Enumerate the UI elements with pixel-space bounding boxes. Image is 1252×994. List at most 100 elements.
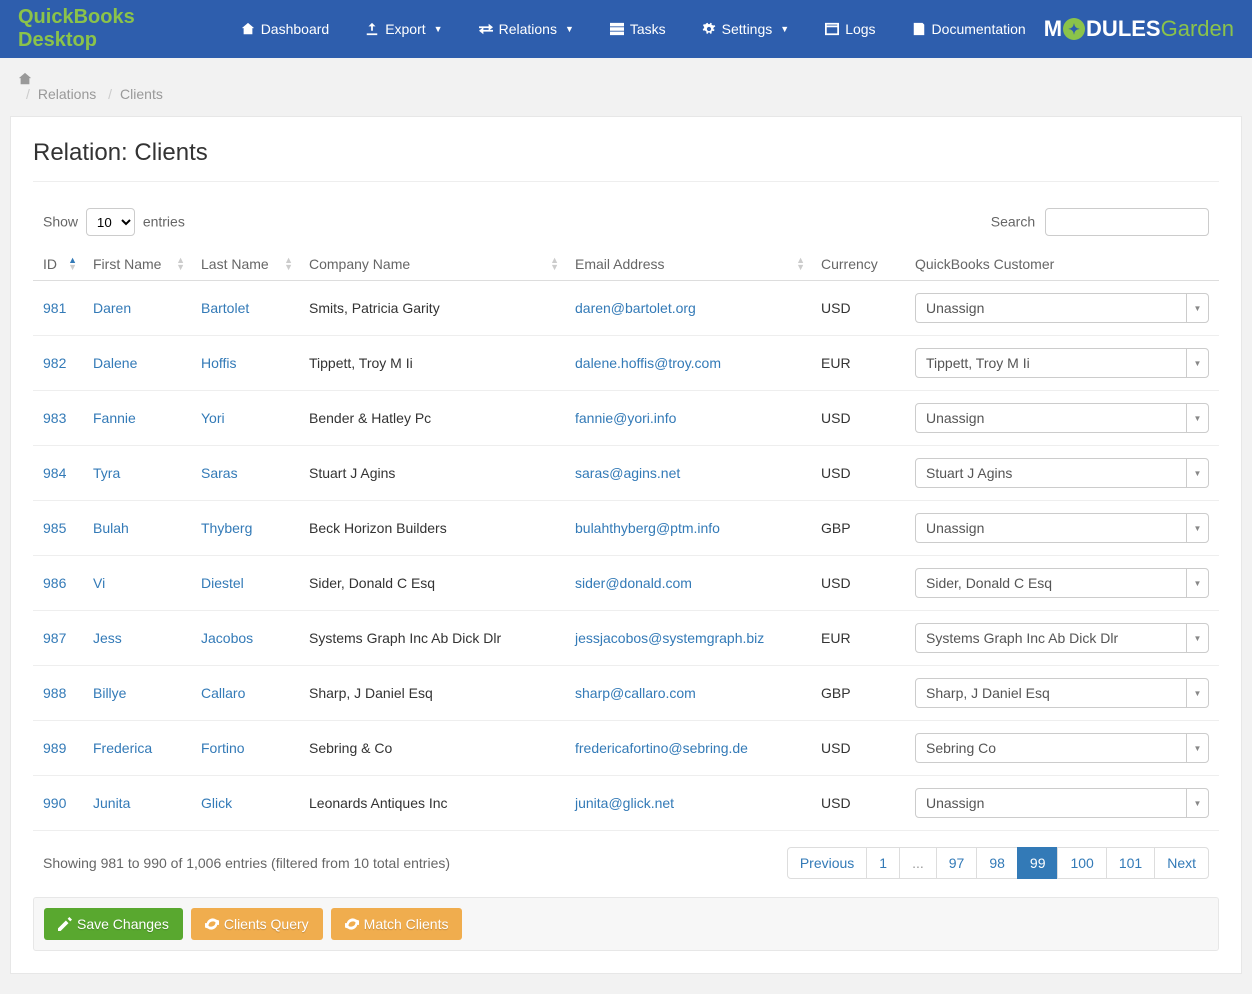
qb-customer-select[interactable]: Unassign▼	[915, 788, 1209, 818]
id-link[interactable]: 986	[43, 575, 66, 591]
match-clients-button[interactable]: Match Clients	[331, 908, 463, 940]
company-cell: Smits, Patricia Garity	[299, 281, 565, 336]
qb-customer-select[interactable]: Stuart J Agins▼	[915, 458, 1209, 488]
page-ellipsis[interactable]: ...	[899, 847, 937, 879]
nav-tasks[interactable]: Tasks	[592, 0, 684, 58]
page-100[interactable]: 100	[1057, 847, 1106, 879]
clients-query-button[interactable]: Clients Query	[191, 908, 323, 940]
id-link[interactable]: 987	[43, 630, 66, 646]
nav-dashboard[interactable]: Dashboard	[223, 0, 348, 58]
email-link[interactable]: saras@agins.net	[575, 465, 680, 481]
nav-documentation[interactable]: Documentation	[894, 0, 1044, 58]
first-name-link[interactable]: Fannie	[93, 410, 136, 426]
email-link[interactable]: bulahthyberg@ptm.info	[575, 520, 720, 536]
last-name-link[interactable]: Fortino	[201, 740, 245, 756]
last-name-link[interactable]: Diestel	[201, 575, 244, 591]
table-row: 983FannieYoriBender & Hatley Pcfannie@yo…	[33, 391, 1219, 446]
company-cell: Systems Graph Inc Ab Dick Dlr	[299, 611, 565, 666]
id-link[interactable]: 984	[43, 465, 66, 481]
id-link[interactable]: 988	[43, 685, 66, 701]
chevron-down-icon: ▼	[565, 24, 574, 34]
qb-customer-select[interactable]: Tippett, Troy M Ii▼	[915, 348, 1209, 378]
id-link[interactable]: 983	[43, 410, 66, 426]
last-name-link[interactable]: Yori	[201, 410, 225, 426]
email-link[interactable]: dalene.hoffis@troy.com	[575, 355, 721, 371]
page-previous[interactable]: Previous	[787, 847, 867, 879]
currency-cell: USD	[811, 721, 905, 776]
refresh-icon	[205, 917, 219, 931]
qb-customer-select[interactable]: Systems Graph Inc Ab Dick Dlr▼	[915, 623, 1209, 653]
id-link[interactable]: 982	[43, 355, 66, 371]
page-98[interactable]: 98	[976, 847, 1018, 879]
page-101[interactable]: 101	[1106, 847, 1155, 879]
qb-customer-select[interactable]: Unassign▼	[915, 513, 1209, 543]
email-link[interactable]: junita@glick.net	[575, 795, 674, 811]
breadcrumb-relations[interactable]: Relations	[38, 86, 96, 102]
chevron-down-icon: ▼	[1186, 569, 1208, 597]
qb-customer-select[interactable]: Sharp, J Daniel Esq▼	[915, 678, 1209, 708]
first-name-link[interactable]: Jess	[93, 630, 122, 646]
first-name-link[interactable]: Dalene	[93, 355, 137, 371]
first-name-link[interactable]: Junita	[93, 795, 130, 811]
nav-settings[interactable]: Settings▼	[684, 0, 808, 58]
col-currency: Currency	[811, 248, 905, 281]
table-row: 987 Jess Jacobos Systems Graph Inc Ab Dick …	[33, 611, 1219, 666]
last-name-link[interactable]: Callaro	[201, 685, 245, 701]
first-name-link[interactable]: Frederica	[93, 740, 152, 756]
col-company[interactable]: Company Name▲▼	[299, 248, 565, 281]
id-link[interactable]: 989	[43, 740, 66, 756]
chevron-down-icon: ▼	[1186, 404, 1208, 432]
qb-customer-select[interactable]: Unassign▼	[915, 403, 1209, 433]
email-link[interactable]: fannie@yori.info	[575, 410, 676, 426]
first-name-link[interactable]: Tyra	[93, 465, 120, 481]
breadcrumb-home[interactable]	[18, 72, 1234, 86]
email-link[interactable]: daren@bartolet.org	[575, 300, 696, 316]
save-changes-button[interactable]: Save Changes	[44, 908, 183, 940]
nav-relations[interactable]: Relations▼	[461, 0, 592, 58]
id-link[interactable]: 985	[43, 520, 66, 536]
last-name-link[interactable]: Bartolet	[201, 300, 249, 316]
top-navbar: QuickBooks Desktop Dashboard Export▼ Rel…	[0, 0, 1252, 58]
email-link[interactable]: jessjacobos@systemgraph.biz	[575, 630, 764, 646]
page-97[interactable]: 97	[936, 847, 978, 879]
currency-cell: GBP	[811, 501, 905, 556]
last-name-link[interactable]: Thyberg	[201, 520, 252, 536]
first-name-link[interactable]: Daren	[93, 300, 131, 316]
first-name-link[interactable]: Vi	[93, 575, 105, 591]
last-name-link[interactable]: Glick	[201, 795, 232, 811]
page-next[interactable]: Next	[1154, 847, 1209, 879]
length-control: Show 10 entries	[43, 208, 185, 236]
col-last-name[interactable]: Last Name▲▼	[191, 248, 299, 281]
chevron-down-icon: ▼	[1186, 349, 1208, 377]
nav-export[interactable]: Export▼	[347, 0, 460, 58]
last-name-link[interactable]: Saras	[201, 465, 238, 481]
sort-icon: ▲▼	[550, 257, 559, 271]
last-name-link[interactable]: Hoffis	[201, 355, 237, 371]
col-email[interactable]: Email Address▲▼	[565, 248, 811, 281]
search-input[interactable]	[1045, 208, 1209, 236]
email-link[interactable]: sider@donald.com	[575, 575, 692, 591]
nav-logs[interactable]: Logs	[807, 0, 893, 58]
chevron-down-icon: ▼	[1186, 624, 1208, 652]
first-name-link[interactable]: Bulah	[93, 520, 129, 536]
qb-customer-select[interactable]: Sebring Co▼	[915, 733, 1209, 763]
first-name-link[interactable]: Billye	[93, 685, 126, 701]
last-name-link[interactable]: Jacobos	[201, 630, 253, 646]
chevron-down-icon: ▼	[1186, 294, 1208, 322]
id-link[interactable]: 981	[43, 300, 66, 316]
page-99[interactable]: 99	[1017, 847, 1059, 879]
email-link[interactable]: sharp@callaro.com	[575, 685, 696, 701]
col-first-name[interactable]: First Name▲▼	[83, 248, 191, 281]
col-id[interactable]: ID▲▼	[33, 248, 83, 281]
page-length-select[interactable]: 10	[86, 208, 135, 236]
table-row: 990JunitaGlickLeonards Antiques Incjunit…	[33, 776, 1219, 831]
qb-customer-select[interactable]: Sider, Donald C Esq▼	[915, 568, 1209, 598]
exchange-icon	[479, 22, 493, 36]
table-row: 982DaleneHoffisTippett, Troy M Iidalene.…	[33, 336, 1219, 391]
gear-icon	[702, 22, 716, 36]
qb-customer-select[interactable]: Unassign▼	[915, 293, 1209, 323]
id-link[interactable]: 990	[43, 795, 66, 811]
company-cell: Sider, Donald C Esq	[299, 556, 565, 611]
email-link[interactable]: fredericafortino@sebring.de	[575, 740, 748, 756]
page-1[interactable]: 1	[866, 847, 900, 879]
